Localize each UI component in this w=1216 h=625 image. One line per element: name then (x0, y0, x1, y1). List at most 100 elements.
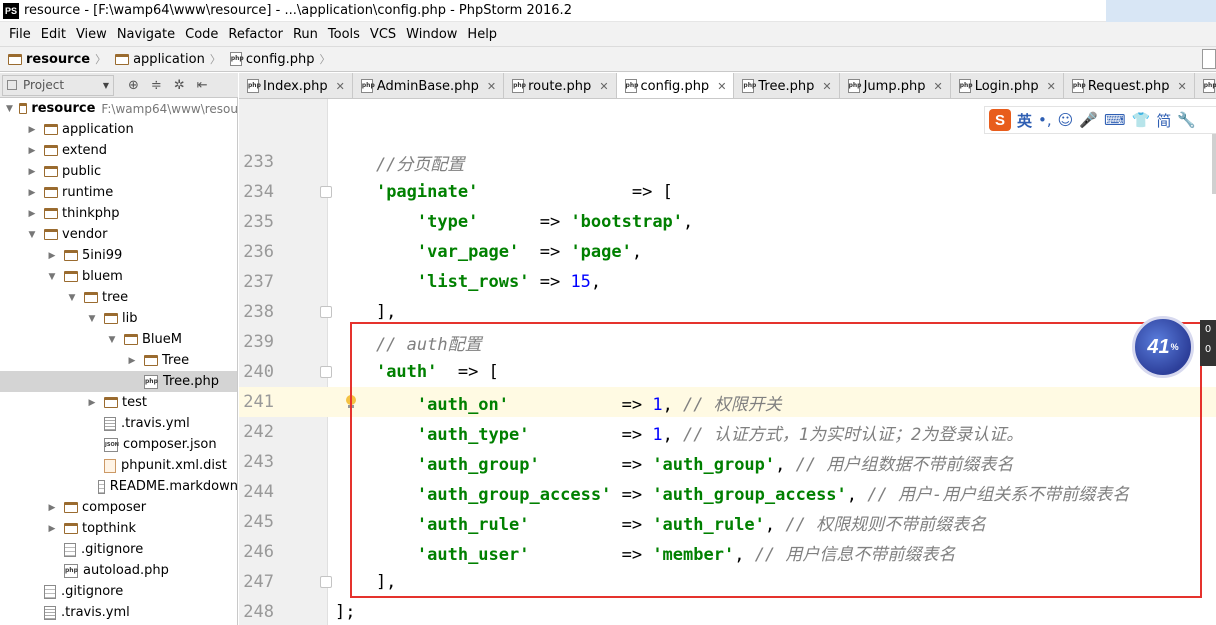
close-icon[interactable]: ✕ (717, 80, 726, 93)
tree-item[interactable]: ▶ thinkphp (0, 203, 237, 224)
emoji-icon[interactable]: ☺ (1058, 111, 1074, 129)
tree-item[interactable]: phpunit.xml.dist (0, 455, 237, 476)
tree-item[interactable]: ▼ vendor (0, 224, 237, 245)
microphone-icon[interactable]: 🎤 (1079, 111, 1098, 129)
tree-item[interactable]: ▼ BlueM (0, 329, 237, 350)
close-icon[interactable]: ✕ (336, 80, 345, 93)
menu-window[interactable]: Window (401, 27, 462, 42)
menu-file[interactable]: File (4, 27, 36, 42)
tree-item[interactable]: .gitignore (0, 581, 237, 602)
expand-right-icon[interactable]: ▶ (126, 356, 138, 366)
tree-item[interactable]: ▶ composer (0, 497, 237, 518)
ime-punctuation-toggle[interactable]: •, (1038, 111, 1052, 129)
tab-adminbase-php[interactable]: php AdminBase.php ✕ (353, 73, 505, 98)
editor-scrollbar[interactable] (1212, 134, 1216, 194)
expand-right-icon[interactable]: ▶ (26, 146, 38, 156)
tree-item[interactable]: php autoload.php (0, 560, 237, 581)
settings-gear-icon[interactable]: ✲ (174, 78, 185, 93)
tree-item[interactable]: ▼ resource F:\wamp64\www\resou (0, 98, 237, 119)
code-line[interactable]: 236 'var_page' => 'page', (239, 237, 1216, 267)
close-icon[interactable]: ✕ (933, 80, 942, 93)
tree-item[interactable]: .gitignore (0, 539, 237, 560)
wrench-icon[interactable]: 🔧 (1177, 111, 1196, 129)
tab-config-php[interactable]: php config.php ✕ (616, 73, 735, 98)
expand-right-icon[interactable]: ▶ (46, 524, 58, 534)
expand-down-icon[interactable]: ▼ (86, 314, 98, 324)
code-line[interactable]: 241 'auth_on' => 1, // 权限开关 (239, 387, 1216, 417)
breadcrumb-item[interactable]: application 〉 (115, 51, 226, 67)
tab-request-php[interactable]: php Request.php ✕ (1064, 73, 1195, 98)
expand-right-icon[interactable]: ▶ (46, 503, 58, 513)
code-line[interactable]: 233 //分页配置 (239, 147, 1216, 177)
expand-right-icon[interactable]: ▶ (26, 188, 38, 198)
code-line[interactable]: 237 'list_rows' => 15, (239, 267, 1216, 297)
close-icon[interactable]: ✕ (1047, 80, 1056, 93)
breadcrumb-item[interactable]: php config.php 〉 (229, 51, 336, 67)
memory-badge[interactable]: 41% (1132, 316, 1194, 378)
code-line[interactable]: 238 ], (239, 297, 1216, 327)
tab-index-h[interactable]: phpindex.h (1195, 73, 1216, 98)
expand-down-icon[interactable]: ▼ (26, 230, 38, 240)
expand-right-icon[interactable]: ▶ (86, 398, 98, 408)
fold-marker-icon[interactable] (320, 366, 332, 378)
fold-marker-icon[interactable] (320, 306, 332, 318)
close-icon[interactable]: ✕ (599, 80, 608, 93)
menu-vcs[interactable]: VCS (365, 27, 401, 42)
tree-item[interactable]: ▼ tree (0, 287, 237, 308)
code-line[interactable]: 247 ], (239, 567, 1216, 597)
close-icon[interactable]: ✕ (1178, 80, 1187, 93)
code-line[interactable]: 248]; (239, 597, 1216, 625)
window-controls[interactable] (1106, 0, 1216, 22)
hide-panel-icon[interactable]: ⇤ (197, 78, 208, 93)
fold-marker-icon[interactable] (320, 576, 332, 588)
menu-edit[interactable]: Edit (36, 27, 71, 42)
project-view-selector[interactable]: Project ▼ (2, 74, 114, 96)
sogou-logo-icon[interactable]: S (989, 109, 1011, 131)
expand-down-icon[interactable]: ▼ (106, 335, 118, 345)
tree-item[interactable]: .travis.yml (0, 413, 237, 434)
scroll-from-source-icon[interactable]: ⊕ (128, 78, 139, 93)
expand-right-icon[interactable]: ▶ (46, 251, 58, 261)
menu-tools[interactable]: Tools (323, 27, 365, 42)
tree-item[interactable]: ▶ application (0, 119, 237, 140)
menu-run[interactable]: Run (288, 27, 323, 42)
skin-icon[interactable]: 👕 (1132, 111, 1151, 129)
navbar-scroll-icon[interactable] (1202, 49, 1216, 69)
tree-item[interactable]: ▶ public (0, 161, 237, 182)
expand-right-icon[interactable]: ▶ (26, 125, 38, 135)
tree-item[interactable]: ▶ 5ini99 (0, 245, 237, 266)
fold-marker-icon[interactable] (320, 186, 332, 198)
code-line[interactable]: 240 'auth' => [ (239, 357, 1216, 387)
tree-item[interactable]: README.markdown (0, 476, 237, 497)
tab-jump-php[interactable]: php Jump.php ✕ (840, 73, 951, 98)
menu-code[interactable]: Code (180, 27, 223, 42)
expand-right-icon[interactable]: ▶ (26, 209, 38, 219)
code-line[interactable]: 235 'type' => 'bootstrap', (239, 207, 1216, 237)
expand-down-icon[interactable]: ▼ (46, 272, 58, 282)
code-editor[interactable]: 233 //分页配置 234 'paginate' => [235 'type' … (239, 99, 1216, 625)
breadcrumb-item[interactable]: resource 〉 (8, 51, 111, 67)
code-line[interactable]: 246 'auth_user' => 'member', // 用户信息不带前缀… (239, 537, 1216, 567)
menu-refactor[interactable]: Refactor (223, 27, 288, 42)
tab-tree-php[interactable]: php Tree.php ✕ (734, 73, 840, 98)
tree-item[interactable]: ▶ runtime (0, 182, 237, 203)
menu-help[interactable]: Help (462, 27, 502, 42)
tab-index-php[interactable]: php Index.php ✕ (239, 73, 353, 98)
code-line[interactable]: 244 'auth_group_access' => 'auth_group_a… (239, 477, 1216, 507)
tree-item[interactable]: ▶ Tree (0, 350, 237, 371)
tree-item[interactable]: ▶ topthink (0, 518, 237, 539)
tree-item[interactable]: ▼ lib (0, 308, 237, 329)
tree-item[interactable]: ▶ extend (0, 140, 237, 161)
code-line[interactable]: 242 'auth_type' => 1, // 认证方式，1为实时认证；2为登… (239, 417, 1216, 447)
expand-down-icon[interactable]: ▼ (66, 293, 78, 303)
tree-item[interactable]: ▼ bluem (0, 266, 237, 287)
code-line[interactable]: 245 'auth_rule' => 'auth_rule', // 权限规则不… (239, 507, 1216, 537)
expand-right-icon[interactable]: ▶ (26, 167, 38, 177)
close-icon[interactable]: ✕ (487, 80, 496, 93)
simplified-chinese-toggle[interactable]: 简 (1156, 110, 1171, 131)
tree-item[interactable]: .travis.yml (0, 602, 237, 623)
collapse-all-icon[interactable]: ≑ (151, 78, 162, 93)
keyboard-icon[interactable]: ⌨ (1104, 111, 1126, 129)
menu-navigate[interactable]: Navigate (112, 27, 180, 42)
tree-item[interactable]: JSON composer.json (0, 434, 237, 455)
